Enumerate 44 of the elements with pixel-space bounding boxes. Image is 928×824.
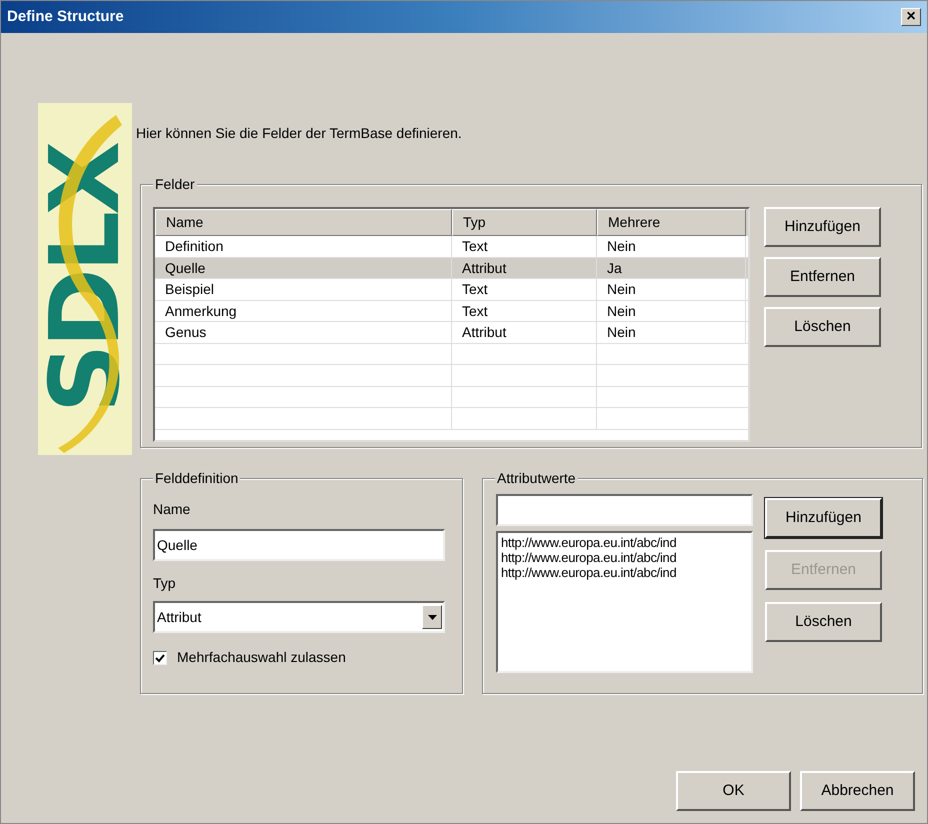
table-row[interactable]: Definition Text Nein: [155, 236, 748, 258]
table-cell: Quelle: [155, 258, 452, 278]
logo: SDLX: [38, 103, 132, 455]
dialog-button[interactable]: Löschen: [765, 602, 882, 642]
table-cell: Attribut: [452, 258, 597, 278]
column-header[interactable]: Name: [155, 209, 452, 236]
table-row[interactable]: Anmerkung Text Nein: [155, 300, 748, 322]
list-item[interactable]: http://www.europa.eu.int/abc/ind: [501, 565, 748, 580]
type-dropdown[interactable]: Attribut: [153, 601, 445, 633]
table-cell: Beispiel: [155, 279, 452, 300]
table-cell: Nein: [597, 236, 746, 256]
close-button[interactable]: ×: [901, 8, 921, 26]
table-cell: Ja: [597, 258, 746, 278]
list-item[interactable]: http://www.europa.eu.int/abc/ind: [501, 550, 748, 565]
field-label: Name: [153, 500, 192, 519]
table-cell: Text: [452, 300, 597, 321]
column-header[interactable]: Typ: [452, 209, 597, 236]
table-cell: Text: [452, 236, 597, 256]
table-cell: Definition: [155, 236, 452, 256]
dialog-button[interactable]: Entfernen: [764, 257, 881, 297]
field-label: Typ: [153, 574, 177, 593]
table-cell: Anmerkung: [155, 300, 452, 321]
dialog-button[interactable]: Abbrechen: [800, 771, 915, 811]
table-row[interactable]: Beispiel Text Nein: [155, 279, 748, 300]
checkbox-icon[interactable]: [153, 650, 167, 664]
table-cell: Text: [452, 279, 597, 300]
column-header[interactable]: Mehrere: [597, 209, 746, 236]
window-title: Define Structure: [7, 6, 124, 27]
table-cell: Nein: [597, 279, 746, 300]
table-cell: Nein: [597, 300, 746, 321]
multi-select-checkbox[interactable]: Mehrfachauswahl zulassen: [153, 647, 450, 668]
dialog-button[interactable]: OK: [676, 771, 791, 811]
table-row[interactable]: Quelle Attribut Ja: [155, 258, 748, 279]
intro-text: Hier können Sie die Felder der TermBase definieren.: [136, 124, 462, 143]
table-cell: Genus: [155, 322, 452, 342]
dialog-button[interactable]: Hinzufügen: [765, 498, 882, 538]
table-cell: Attribut: [452, 322, 597, 342]
dialog-button[interactable]: Hinzufügen: [764, 207, 881, 247]
table-row[interactable]: Genus Attribut Nein: [155, 322, 748, 344]
table-cell: Nein: [597, 322, 746, 342]
list-item[interactable]: http://www.europa.eu.int/abc/ind: [501, 535, 748, 550]
attribute-value-field[interactable]: [496, 494, 753, 526]
dialog-button[interactable]: Löschen: [764, 307, 881, 347]
name-field[interactable]: Quelle: [153, 529, 445, 561]
